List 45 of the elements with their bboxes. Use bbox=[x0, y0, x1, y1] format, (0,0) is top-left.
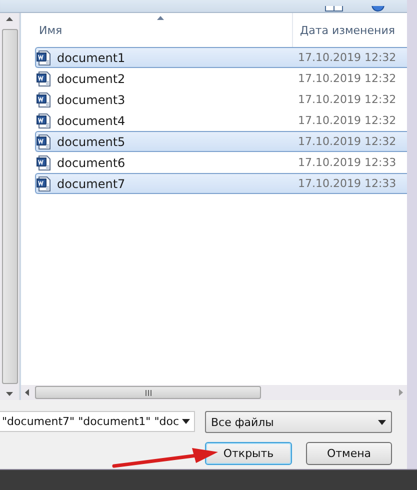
file-name: document3 bbox=[57, 92, 126, 106]
file-row[interactable]: document2 17.10.2019 12:32 bbox=[35, 68, 407, 89]
file-name: document2 bbox=[57, 72, 126, 86]
modified-date: 17.10.2019 12:32 bbox=[297, 114, 396, 127]
horizontal-scrollbar[interactable] bbox=[21, 385, 407, 400]
column-header[interactable]: Имя bbox=[21, 13, 292, 47]
open-button[interactable]: Открыть bbox=[205, 442, 292, 465]
sort-caret-icon bbox=[156, 16, 164, 20]
file-row[interactable]: document7 17.10.2019 12:33 bbox=[35, 173, 407, 194]
scroll-down-icon[interactable] bbox=[6, 392, 13, 396]
scroll-thumb[interactable] bbox=[35, 386, 261, 399]
scroll-left-icon[interactable] bbox=[25, 389, 29, 396]
modified-date: 17.10.2019 12:32 bbox=[297, 51, 396, 64]
help-icon[interactable] bbox=[371, 6, 385, 12]
modified-date: 17.10.2019 12:33 bbox=[297, 177, 396, 190]
document-icon bbox=[36, 50, 52, 66]
file-name: document7 bbox=[57, 176, 126, 190]
document-icon bbox=[36, 112, 52, 128]
dropdown-caret-icon bbox=[378, 420, 386, 424]
file-row[interactable]: document4 17.10.2019 12:32 bbox=[35, 110, 407, 131]
document-icon bbox=[36, 154, 52, 170]
file-name: document5 bbox=[57, 134, 126, 148]
modified-date: 17.10.2019 12:32 bbox=[297, 72, 396, 85]
scroll-up-icon[interactable] bbox=[6, 17, 13, 21]
file-name: document1 bbox=[57, 50, 126, 64]
file-row[interactable]: document3 17.10.2019 12:32 bbox=[35, 89, 407, 110]
view-icon[interactable] bbox=[325, 6, 343, 12]
vertical-scrollbar[interactable] bbox=[0, 13, 20, 400]
file-row[interactable]: document1 17.10.2019 12:32 bbox=[35, 47, 407, 68]
cancel-button[interactable]: Отмена bbox=[306, 442, 392, 465]
modified-date: 17.10.2019 12:32 bbox=[297, 93, 396, 106]
document-icon bbox=[36, 92, 52, 108]
modified-date: 17.10.2019 12:32 bbox=[297, 135, 396, 148]
document-icon bbox=[36, 134, 52, 150]
file-row[interactable]: document6 17.10.2019 12:33 bbox=[35, 152, 407, 173]
modified-date: 17.10.2019 12:33 bbox=[297, 156, 396, 169]
file-row[interactable]: document5 17.10.2019 12:32 bbox=[35, 131, 407, 152]
file-name-field[interactable]: "document7" "document1" "doc bbox=[0, 411, 195, 432]
document-icon bbox=[36, 176, 52, 192]
dropdown-caret-icon bbox=[182, 419, 190, 424]
file-name: document6 bbox=[57, 156, 126, 170]
file-name: document4 bbox=[57, 114, 126, 128]
document-icon bbox=[36, 70, 52, 86]
grip-icon bbox=[144, 390, 152, 396]
file-type-dropdown[interactable]: Все файлы bbox=[205, 411, 392, 433]
